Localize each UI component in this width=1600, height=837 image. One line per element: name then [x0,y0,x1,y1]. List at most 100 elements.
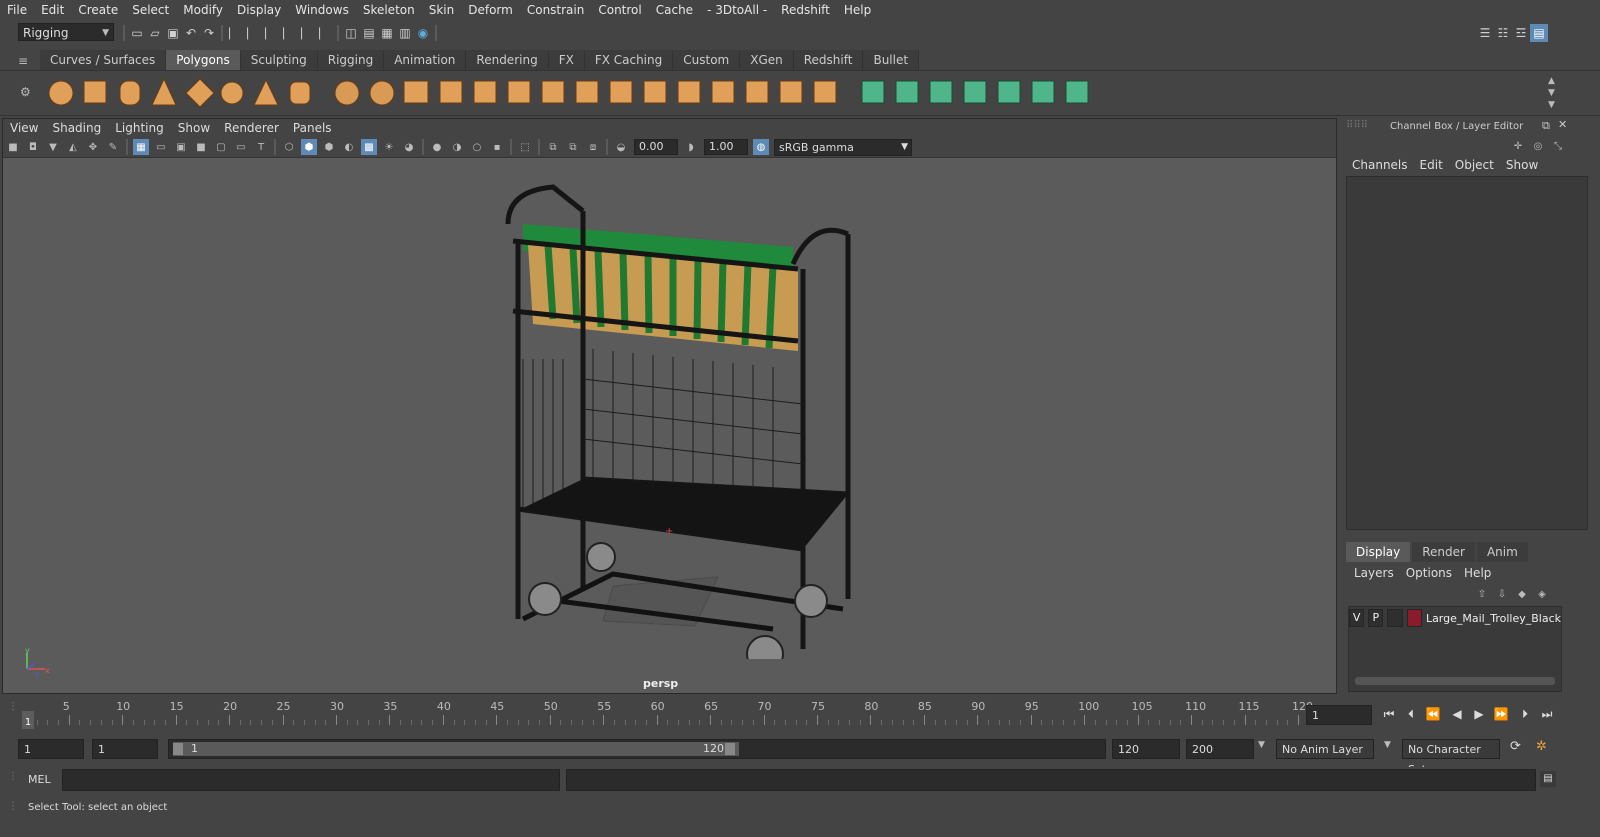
mail-trolley-model[interactable]: + [473,179,873,659]
layer-menu-help[interactable]: Help [1458,566,1497,580]
command-input[interactable] [62,769,560,791]
go-to-end-icon[interactable]: ⏭ [1538,705,1556,723]
wireframe-icon[interactable]: ⬡ [281,139,297,155]
layer-tab-display[interactable]: Display [1346,542,1411,562]
anti-aliasing-icon[interactable]: ○ [469,139,485,155]
viewport-menu-panels[interactable]: Panels [286,121,339,135]
film-gate-icon[interactable]: ▭ [153,139,169,155]
isolate-select-icon[interactable]: ⬚ [517,139,533,155]
safe-action-icon[interactable]: ▭ [233,139,249,155]
camera-attributes-icon[interactable]: ◘ [25,139,41,155]
safe-title-icon[interactable]: T [253,139,269,155]
shelf-tab-rigging[interactable]: Rigging [317,50,385,70]
close-icon[interactable]: ✕ [1558,118,1567,131]
layer-tab-anim[interactable]: Anim [1476,542,1528,562]
channel-box-menu-channels[interactable]: Channels [1346,158,1414,172]
animation-preferences-icon[interactable]: ✲ [1536,739,1547,754]
move-layer-up-icon[interactable]: ⇧ [1474,586,1490,602]
menu-create[interactable]: Create [71,3,125,17]
current-frame-field[interactable]: 1 [1306,705,1372,725]
viewport-menu-show[interactable]: Show [171,121,217,135]
playback-start-field[interactable]: 1 [92,739,158,759]
step-forward-frame-icon[interactable]: ⏩ [1492,705,1510,723]
shadows-icon[interactable]: ◕ [401,139,417,155]
range-start-handle[interactable] [173,743,183,755]
anim-layer-dropdown[interactable]: No Anim Layer [1276,739,1374,759]
render-view-icon[interactable]: ◫ [342,24,360,42]
layer-menu-layers[interactable]: Layers [1348,566,1400,580]
depth-of-field-icon[interactable]: ▪ [489,139,505,155]
range-slider[interactable]: 1 120 [168,739,1106,759]
chevron-down-icon[interactable]: ▼ [1258,740,1265,750]
channel-box-area[interactable] [1346,176,1588,530]
menu-help[interactable]: Help [837,3,878,17]
textured-icon[interactable]: ▩ [361,139,377,155]
exposure-field[interactable]: 0.00 [634,139,678,155]
gamma-icon[interactable]: ◗ [683,139,699,155]
select-component-icon[interactable]: ⎸ [262,24,280,42]
attribute-editor-icon[interactable]: ☷ [1494,24,1512,42]
go-to-start-icon[interactable]: ⏮ [1380,705,1398,723]
time-slider[interactable]: ⋮ 5 10 15 20 25 30 35 40 45 50 55 60 65 70 75 80 85 90 95 1… [0,697,1600,733]
snap-point-icon[interactable]: ⎸ [316,24,334,42]
viewport-menu-lighting[interactable]: Lighting [108,121,171,135]
redo-icon[interactable]: ↷ [200,24,218,42]
menu-modify[interactable]: Modify [176,3,230,17]
smooth-shade-icon[interactable]: ⬢ [301,139,317,155]
menu-windows[interactable]: Windows [288,3,356,17]
new-layer-selected-icon[interactable]: ◈ [1534,586,1550,602]
channel-box-menu-show[interactable]: Show [1500,158,1544,172]
shelf-tab-rendering[interactable]: Rendering [466,50,549,70]
step-forward-key-icon[interactable]: ⏵ [1516,705,1534,723]
viewport-menu-shading[interactable]: Shading [45,121,108,135]
layer-visibility-toggle[interactable]: V [1349,609,1365,627]
shelf-tab-animation[interactable]: Animation [384,50,467,70]
step-back-key-icon[interactable]: ⏴ [1402,705,1420,723]
menu-redshift[interactable]: Redshift [774,3,837,17]
menu-file[interactable]: File [0,3,34,17]
wireframe-on-shaded-icon[interactable]: ⬢ [321,139,337,155]
scene-end-field[interactable]: 200 [1186,739,1254,759]
menu-skin[interactable]: Skin [422,3,462,17]
snap-grid-icon[interactable]: ⎸ [280,24,298,42]
shelf-tab-polygons[interactable]: Polygons [166,50,241,70]
2d-pan-zoom-icon[interactable]: ✥ [85,139,101,155]
field-chart-icon[interactable]: ▢ [213,139,229,155]
panel-grip-icon[interactable]: ⠿⠿⠿ [1346,120,1368,131]
select-object-icon[interactable]: ⎸ [244,24,262,42]
play-forwards-icon[interactable]: ▶ [1470,705,1488,723]
move-layer-down-icon[interactable]: ⇩ [1494,586,1510,602]
shelf-tab-fx[interactable]: FX [548,50,585,70]
script-editor-icon[interactable]: ▤ [1540,771,1556,787]
shelf-tab-redshift[interactable]: Redshift [793,50,864,70]
exposure-icon[interactable]: ◒ [613,139,629,155]
layer-playback-toggle[interactable]: P [1368,609,1384,627]
viewport-menu-renderer[interactable]: Renderer [217,121,286,135]
menu-select[interactable]: Select [125,3,176,17]
shelf-scroll-arrows[interactable]: ▲ ▼ ▼ [1548,75,1555,111]
new-scene-icon[interactable]: ▭ [128,24,146,42]
select-hierarchy-icon[interactable]: ⎸ [226,24,244,42]
tool-settings-icon[interactable]: ☲ [1512,24,1530,42]
color-management-icon[interactable]: ◍ [753,139,769,155]
layer-display-type[interactable] [1387,609,1403,627]
channel-box-menu-edit[interactable]: Edit [1414,158,1449,172]
menu-constrain[interactable]: Constrain [520,3,592,17]
menu-edit[interactable]: Edit [34,3,71,17]
mel-label[interactable]: MEL [28,773,51,786]
current-time-indicator[interactable]: 1 [22,711,34,729]
render-current-icon[interactable]: ▤ [360,24,378,42]
motion-blur-icon[interactable]: ◑ [449,139,465,155]
shelf-settings-icon[interactable]: ⚙ [20,85,31,99]
shelf-tab-bullet[interactable]: Bullet [863,50,920,70]
layer-menu-options[interactable]: Options [1400,566,1458,580]
shelf-tab-custom[interactable]: Custom [673,50,741,70]
menu-deform[interactable]: Deform [461,3,520,17]
translate-icon[interactable]: ✛ [1510,138,1526,154]
menu-set-dropdown[interactable]: Rigging ▼ [18,23,114,41]
scene-start-field[interactable]: 1 [18,739,84,759]
image-plane-icon[interactable]: ◭ [65,139,81,155]
xray-components-icon[interactable]: ⧈ [585,139,601,155]
auto-key-icon[interactable]: ⟳ [1510,739,1521,754]
layer-color-swatch[interactable] [1406,609,1422,627]
